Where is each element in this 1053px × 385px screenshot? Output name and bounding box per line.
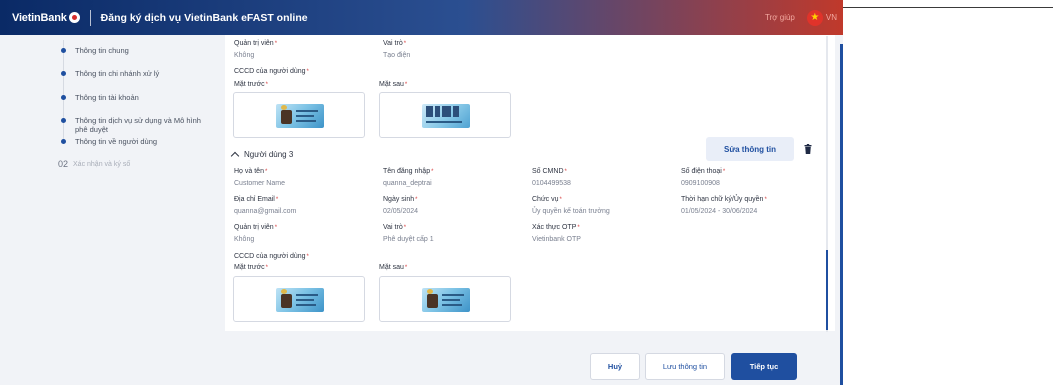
user-3-section-toggle[interactable]: Người dùng 3 bbox=[230, 150, 294, 161]
id-card-front-image bbox=[276, 288, 324, 312]
step-2-confirm-sign[interactable]: 02 Xác nhận và ký số bbox=[58, 159, 130, 169]
full-name-label: Họ và tên bbox=[234, 168, 267, 175]
otp-label: Xác thực OTP bbox=[532, 224, 580, 231]
authorization-term-label: Thời hạn chữ ký/Ủy quyền bbox=[681, 196, 767, 203]
save-info-button[interactable]: Lưu thông tin bbox=[645, 353, 725, 380]
email-value: quanna@gmail.com bbox=[234, 208, 297, 215]
header-divider bbox=[89, 9, 91, 26]
phone-label: Số điện thoại bbox=[681, 168, 725, 175]
user-3-title: Người dùng 3 bbox=[244, 150, 294, 159]
id-back-upload[interactable] bbox=[379, 276, 511, 322]
logo-text: VietinBank bbox=[12, 11, 67, 24]
id-back-upload[interactable] bbox=[379, 92, 511, 138]
user-info-panel: Quản trị viên Không Vai trò Tạo điện CCC… bbox=[225, 35, 835, 331]
id-front-upload[interactable] bbox=[233, 276, 365, 322]
position-value: Ủy quyền kế toán trưởng bbox=[532, 208, 610, 215]
app-header: VietinBank Đăng ký dịch vụ VietinBank eF… bbox=[0, 0, 843, 35]
vietnam-flag-icon[interactable]: ★ bbox=[806, 9, 823, 26]
id-card-label: CCCD của người dùng bbox=[234, 68, 309, 75]
sidebar-item-user-info[interactable]: Thông tin về người dùng bbox=[61, 137, 210, 146]
front-label: Mặt trước bbox=[234, 81, 268, 88]
cancel-button[interactable]: Huỷ bbox=[590, 353, 640, 380]
id-card-front-image bbox=[276, 104, 324, 128]
header-actions: Trợ giúp ★ VN bbox=[765, 0, 837, 35]
sidebar-item-general-info[interactable]: Thông tin chung bbox=[61, 46, 210, 55]
admin-value: Không bbox=[234, 52, 255, 59]
username-value: quanna_deptrai bbox=[383, 180, 432, 187]
id-number-value: 0104499538 bbox=[532, 180, 571, 187]
page-title: Đăng ký dịch vụ VietinBank eFAST online bbox=[100, 11, 308, 24]
username-label: Tên đăng nhập bbox=[383, 168, 433, 175]
admin-label: Quản trị viên bbox=[234, 40, 277, 47]
step-number: 02 bbox=[58, 159, 69, 169]
back-label: Mặt sau bbox=[379, 81, 407, 88]
form-footer: Huỷ Lưu thông tin Tiếp tục bbox=[0, 331, 843, 385]
back-label: Mặt sau bbox=[379, 264, 407, 271]
full-name-value: Customer Name bbox=[234, 180, 285, 187]
admin-value: Không bbox=[234, 236, 255, 243]
app-frame: VietinBank Đăng ký dịch vụ VietinBank eF… bbox=[0, 0, 843, 385]
sidebar-item-label: Thông tin tài khoản bbox=[75, 93, 139, 102]
logo-icon bbox=[68, 12, 80, 23]
step-dot-icon bbox=[61, 48, 66, 53]
step-label: Xác nhận và ký số bbox=[73, 160, 131, 168]
role-label: Vai trò bbox=[383, 40, 406, 47]
position-label: Chức vụ bbox=[532, 196, 562, 203]
id-number-label: Số CMND bbox=[532, 168, 567, 175]
role-value: Tạo điện bbox=[383, 52, 411, 59]
panel-scrollbar-thumb[interactable] bbox=[826, 250, 828, 330]
sidebar-item-account-info[interactable]: Thông tin tài khoản bbox=[61, 93, 210, 102]
id-card-back-image bbox=[422, 104, 470, 128]
otp-value: Vietinbank OTP bbox=[532, 236, 581, 243]
front-label: Mặt trước bbox=[234, 264, 268, 271]
sidebar-item-label: Thông tin dịch vụ sử dụng và Mô hình phê… bbox=[75, 116, 201, 134]
step-dot-icon bbox=[61, 71, 66, 76]
vietinbank-logo[interactable]: VietinBank bbox=[12, 12, 80, 24]
role-value: Phê duyệt cấp 1 bbox=[383, 236, 434, 243]
sidebar-item-label: Thông tin chung bbox=[75, 46, 129, 55]
dob-value: 02/05/2024 bbox=[383, 208, 419, 215]
admin-label: Quản trị viên bbox=[234, 224, 277, 231]
sidebar-item-label: Thông tin chi nhánh xử lý bbox=[75, 69, 160, 78]
divider-line bbox=[843, 7, 1053, 8]
edit-info-button[interactable]: Sửa thông tin bbox=[706, 137, 794, 161]
sidebar-item-label: Thông tin về người dùng bbox=[75, 137, 158, 146]
email-label: Địa chỉ Email bbox=[234, 196, 278, 203]
language-selector[interactable]: VN bbox=[826, 13, 837, 22]
phone-value: 0909100908 bbox=[681, 180, 720, 187]
chevron-up-icon bbox=[230, 151, 240, 161]
sidebar-item-branch-info[interactable]: Thông tin chi nhánh xử lý bbox=[61, 69, 210, 78]
dob-label: Ngày sinh bbox=[383, 196, 417, 203]
role-label: Vai trò bbox=[383, 224, 406, 231]
step-dot-icon bbox=[61, 95, 66, 100]
id-front-upload[interactable] bbox=[233, 92, 365, 138]
id-card-back-image bbox=[422, 288, 470, 312]
step-dot-icon bbox=[61, 118, 66, 123]
id-card-label: CCCD của người dùng bbox=[234, 253, 309, 260]
authorization-term-value: 01/05/2024 - 30/06/2024 bbox=[681, 208, 758, 215]
sidebar-item-service-info[interactable]: Thông tin dịch vụ sử dụng và Mô hình phê… bbox=[61, 116, 210, 134]
help-link[interactable]: Trợ giúp bbox=[765, 13, 795, 22]
step-dot-icon bbox=[61, 139, 66, 144]
continue-button[interactable]: Tiếp tục bbox=[731, 353, 797, 380]
trash-icon[interactable] bbox=[803, 144, 813, 154]
